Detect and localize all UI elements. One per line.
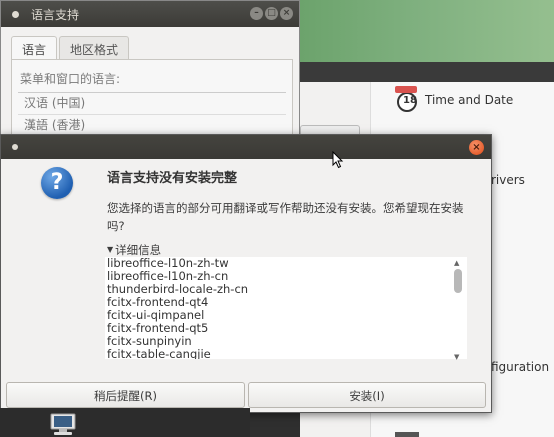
settings-item-icon xyxy=(395,432,419,437)
question-icon: ? xyxy=(41,167,73,199)
settings-item-configuration[interactable]: figuration xyxy=(491,360,549,374)
settings-header-bar xyxy=(300,62,554,82)
computer-icon xyxy=(50,413,76,435)
expander-arrow-icon: ▼ xyxy=(107,245,114,254)
calendar-clock-icon[interactable]: 18 xyxy=(395,86,417,112)
window-titlebar: 语言支持 – □ × xyxy=(1,1,299,27)
install-button[interactable]: 安装(I) xyxy=(248,382,486,408)
details-label: 详细信息 xyxy=(115,243,162,257)
window-menu-icon[interactable] xyxy=(12,10,19,18)
language-support-window: 语言支持 – □ × 语言 地区格式 菜单和窗口的语言: 汉语 (中国) 漢語 … xyxy=(0,0,300,138)
remind-later-button[interactable]: 稍后提醒(R) xyxy=(6,382,245,408)
scroll-down-icon[interactable]: ▼ xyxy=(454,353,459,361)
list-item[interactable]: 汉语 (中国) xyxy=(18,93,286,115)
minimize-icon[interactable]: – xyxy=(250,7,263,20)
language-tab-panel: 菜单和窗口的语言: 汉语 (中国) 漢語 (香港) xyxy=(11,59,293,138)
close-icon[interactable]: × xyxy=(280,7,293,20)
window-menu-icon[interactable] xyxy=(12,144,18,150)
window-title: 语言支持 xyxy=(31,7,80,22)
close-icon[interactable]: × xyxy=(469,140,484,155)
language-list-caption: 菜单和窗口的语言: xyxy=(20,72,121,86)
language-list[interactable]: 汉语 (中国) 漢語 (香港) xyxy=(18,92,286,137)
dialog-message: 您选择的语言的部分可用翻译或写作帮助还没有安装。您希望现在安装吗? xyxy=(107,201,464,233)
desktop-area xyxy=(0,408,250,437)
list-item: fcitx-table-cangjie xyxy=(107,347,211,360)
package-list[interactable]: libreoffice-l10n-zh-tw libreoffice-l10n-… xyxy=(105,257,467,359)
package-list-scrollbar[interactable]: ▲ ▼ xyxy=(453,259,463,361)
settings-item-time-and-date[interactable]: Time and Date xyxy=(425,93,513,107)
incomplete-language-support-dialog: × ? 语言支持没有安装完整 您选择的语言的部分可用翻译或写作帮助还没有安装。您… xyxy=(0,134,492,413)
maximize-icon[interactable]: □ xyxy=(265,7,278,20)
details-expander[interactable]: ▼ 详细信息 xyxy=(107,242,161,258)
scroll-up-icon[interactable]: ▲ xyxy=(454,259,459,267)
mouse-cursor-icon xyxy=(332,151,344,169)
scrollbar-thumb[interactable] xyxy=(454,269,462,293)
settings-item-drivers[interactable]: rivers xyxy=(491,173,525,187)
dialog-titlebar: × xyxy=(1,135,491,159)
dialog-heading: 语言支持没有安装完整 xyxy=(107,171,238,186)
